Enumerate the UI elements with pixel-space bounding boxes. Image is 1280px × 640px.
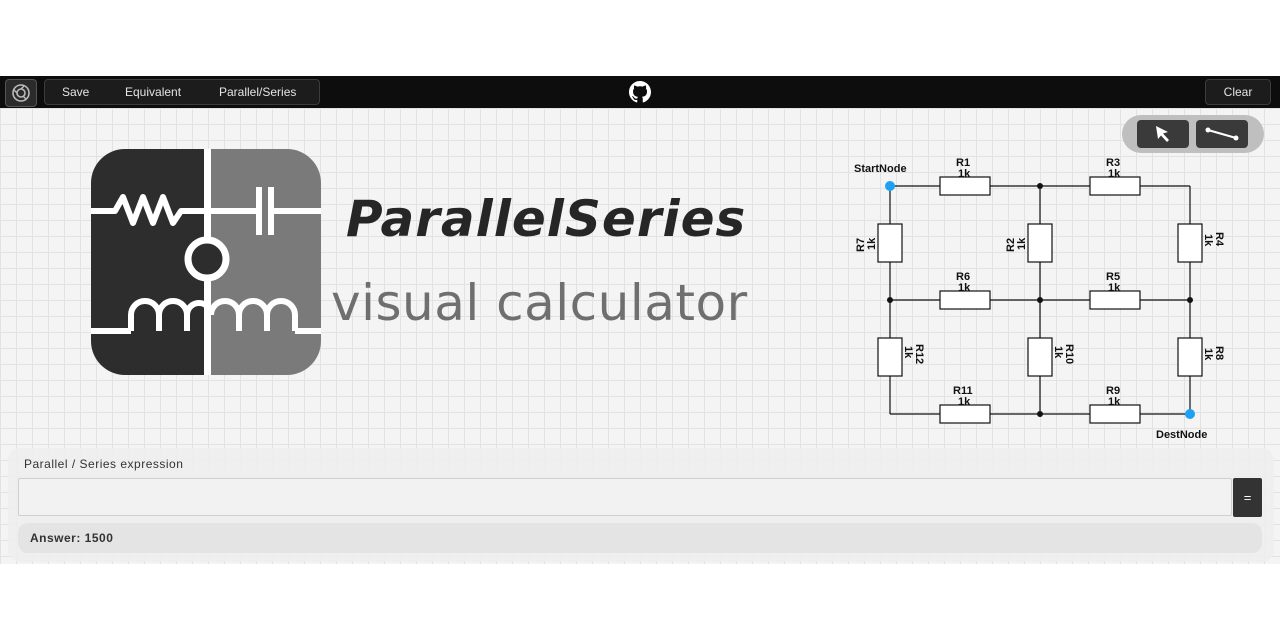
dest-node[interactable]: [1185, 409, 1195, 419]
tool-selector: [1122, 115, 1264, 153]
github-icon[interactable]: [624, 79, 656, 105]
start-node[interactable]: [885, 181, 895, 191]
save-button[interactable]: Save: [62, 80, 89, 104]
settings-icon[interactable]: [5, 79, 37, 107]
resistor-value: 1k: [1052, 346, 1064, 359]
start-node-label: StartNode: [854, 163, 907, 175]
expression-input[interactable]: [18, 478, 1232, 516]
resistor-value: 1k: [958, 396, 971, 408]
clear-button[interactable]: Clear: [1205, 79, 1271, 105]
resistor-value: 1k: [958, 282, 971, 294]
top-toolbar: Save Equivalent Parallel/Series Clear: [0, 76, 1280, 108]
resistor-value: 1k: [1202, 234, 1214, 247]
app-subtitle: visual calculator: [331, 274, 748, 332]
resistor-value: 1k: [902, 346, 914, 359]
resistor-value: 1k: [958, 168, 971, 180]
menu-button-group: Save Equivalent Parallel/Series: [44, 79, 320, 105]
resistor-value: 1k: [1202, 348, 1214, 361]
resistor-value: 1k: [1108, 282, 1121, 294]
parallel-series-button[interactable]: Parallel/Series: [219, 80, 296, 104]
app-title: ParallelSeries: [346, 190, 747, 248]
resistor-value: 1k: [1016, 237, 1028, 250]
expression-label: Parallel / Series expression: [24, 457, 184, 471]
app-logo-icon: [91, 149, 321, 380]
equivalent-button[interactable]: Equivalent: [125, 80, 181, 104]
resistor-value: 1k: [866, 237, 878, 250]
dest-node-label: DestNode: [1156, 429, 1207, 441]
resistor-value: 1k: [1108, 168, 1121, 180]
app-canvas[interactable]: Save Equivalent Parallel/Series Clear Pa…: [0, 76, 1280, 564]
circuit-diagram[interactable]: StartNode DestNode R1 1k R3 1k R6 1k R5 …: [840, 156, 1260, 446]
answer-text: Answer: 1500: [30, 531, 114, 545]
calculate-button[interactable]: =: [1233, 478, 1262, 517]
answer-box: Answer: 1500: [18, 523, 1262, 553]
resistor-value: 1k: [1108, 396, 1121, 408]
select-arrow-icon[interactable]: [1137, 120, 1189, 148]
wire-icon[interactable]: [1196, 120, 1248, 148]
